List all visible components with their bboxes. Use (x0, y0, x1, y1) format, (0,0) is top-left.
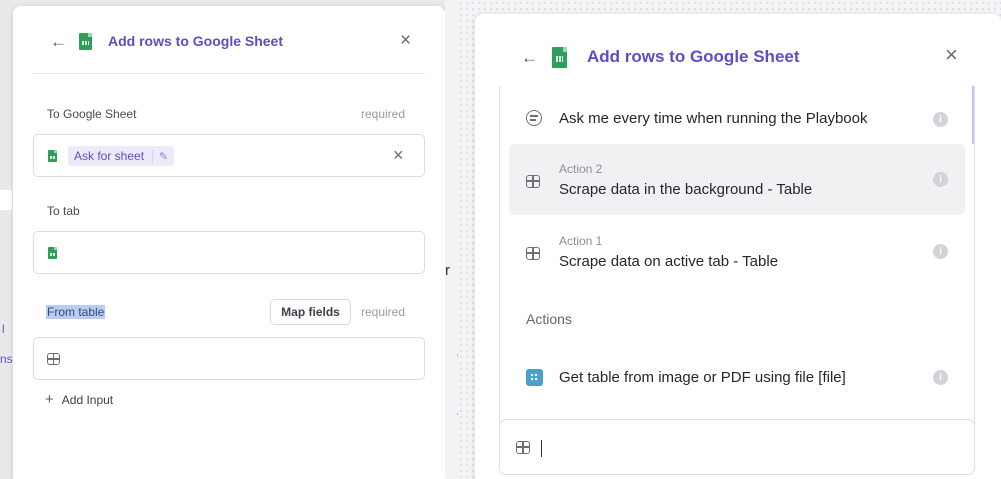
back-arrow-icon[interactable]: ← (521, 49, 538, 66)
sheet-chip[interactable]: Ask for sheet ✎ (68, 146, 175, 166)
table-source-dropdown: Ask me every time when running the Playb… (499, 86, 975, 432)
option-source: Action 2 (559, 162, 603, 176)
bg-fragment: r (445, 262, 450, 279)
table-icon (526, 247, 540, 260)
to-sheet-field[interactable]: Ask for sheet ✎ × (33, 134, 425, 177)
dialog-header: ← Add rows to Google Sheet (521, 46, 800, 68)
actions-heading: Actions (526, 311, 572, 327)
info-icon[interactable]: i (933, 172, 948, 187)
to-sheet-label: To Google Sheet (47, 107, 137, 121)
from-table-field[interactable] (33, 337, 425, 380)
background-strip (0, 190, 12, 210)
option-label: Scrape data in the background - Table (559, 181, 813, 198)
option-label: Ask me every time when running the Playb… (559, 110, 868, 127)
google-sheet-icon (48, 247, 57, 259)
from-table-label: From table (46, 305, 106, 319)
option-source: Action 1 (559, 234, 603, 248)
option-label: Get table from image or PDF using file [… (559, 369, 846, 386)
add-input-button[interactable]: + Add Input (45, 391, 113, 408)
image-table-icon (526, 369, 543, 386)
required-badge: required (361, 305, 406, 319)
option-action-2[interactable]: Action 2 Scrape data in the background -… (509, 144, 965, 215)
header-divider (33, 73, 425, 74)
to-tab-field[interactable] (33, 231, 425, 274)
dialog-title: Add rows to Google Sheet (587, 47, 800, 66)
dialog-title: Add rows to Google Sheet (108, 33, 284, 49)
info-icon[interactable]: i (933, 370, 948, 385)
to-tab-label: To tab (47, 204, 80, 218)
right-pane: ← Add rows to Google Sheet × Ask me ever… (458, 0, 1001, 479)
info-icon[interactable]: i (933, 112, 948, 127)
map-fields-button[interactable]: Map fields (270, 299, 351, 325)
required-badge: required (361, 107, 406, 121)
bg-fragment: ns (0, 352, 13, 366)
clear-sheet-icon[interactable]: × (393, 146, 404, 164)
option-action-1[interactable]: Action 1 Scrape data on active tab - Tab… (509, 216, 965, 287)
scrollbar[interactable] (972, 86, 974, 144)
close-icon[interactable]: × (400, 31, 411, 50)
option-ask-every-time[interactable]: Ask me every time when running the Playb… (509, 88, 965, 148)
pencil-icon[interactable]: ✎ (152, 149, 168, 163)
add-rows-dialog-left: ← Add rows to Google Sheet × To Google S… (13, 6, 445, 479)
back-arrow-icon[interactable]: ← (50, 33, 67, 50)
table-icon (516, 441, 530, 454)
close-icon[interactable]: × (945, 44, 958, 66)
left-pane: l ns ← Add rows to Google Sheet × To Goo… (0, 0, 452, 479)
dialog-header: ← Add rows to Google Sheet (50, 30, 283, 52)
google-sheet-icon (48, 150, 57, 162)
option-label: Scrape data on active tab - Table (559, 253, 779, 270)
bg-fragment: l (2, 322, 5, 336)
table-icon (526, 175, 540, 188)
add-input-label: Add Input (61, 392, 114, 407)
chat-icon (526, 110, 542, 126)
info-icon[interactable]: i (933, 244, 948, 259)
plus-icon: + (45, 391, 54, 408)
google-sheet-icon (79, 32, 92, 50)
text-caret (541, 440, 542, 457)
add-rows-dialog-right: ← Add rows to Google Sheet × Ask me ever… (475, 14, 1001, 479)
google-sheet-icon (552, 46, 567, 68)
option-get-table-from-file[interactable]: Get table from image or PDF using file [… (509, 351, 965, 403)
table-source-input[interactable] (499, 419, 975, 475)
table-icon (47, 353, 60, 365)
sheet-chip-label: Ask for sheet (74, 149, 145, 163)
